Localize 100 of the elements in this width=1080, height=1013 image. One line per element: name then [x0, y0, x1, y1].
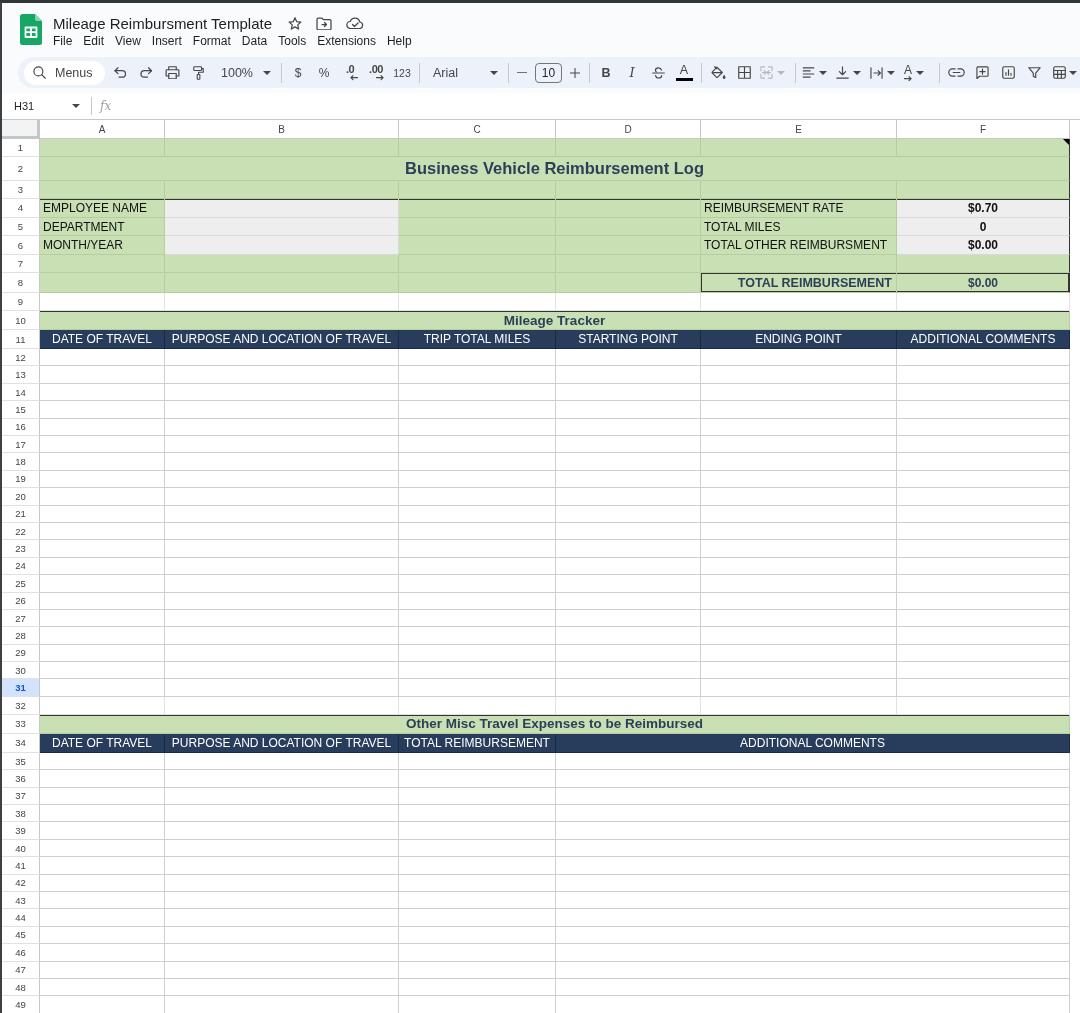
function-label: fx — [100, 99, 112, 113]
column-header[interactable]: F — [897, 120, 1070, 139]
summary-label: REIMBURSEMENT RATE — [701, 199, 897, 218]
font-size-field[interactable]: 10 — [535, 62, 562, 83]
star-icon[interactable] — [288, 16, 302, 30]
field-label: EMPLOYEE NAME — [40, 199, 165, 218]
row-header[interactable]: 46 — [2, 944, 40, 962]
section-title: Mileage Tracker — [40, 311, 1070, 331]
row-header[interactable]: 9 — [2, 293, 40, 312]
color-bar-icon — [675, 78, 693, 81]
menu-item[interactable]: Help — [386, 34, 412, 48]
increase-decimals-button[interactable]: .00 — [363, 60, 389, 85]
search-icon — [33, 66, 46, 79]
header-cell: TRIP TOTAL MILES — [399, 330, 556, 350]
row-header[interactable]: 7 — [2, 255, 40, 274]
row-header[interactable]: 13 — [2, 366, 40, 384]
name-box[interactable]: H31 — [2, 95, 90, 117]
menu-item[interactable]: Extensions — [317, 34, 376, 48]
row-header[interactable]: 2 — [2, 157, 40, 181]
column-header[interactable]: E — [701, 120, 897, 139]
paint-roller-icon — [192, 65, 204, 80]
row-header[interactable]: 18 — [2, 453, 40, 471]
text-wrap-icon — [870, 66, 883, 79]
row-header[interactable]: 11 — [2, 330, 40, 350]
row-header[interactable]: 38 — [2, 805, 40, 823]
row-header[interactable]: 41 — [2, 857, 40, 875]
row-header[interactable]: 25 — [2, 575, 40, 593]
row-header[interactable]: 4 — [2, 199, 40, 218]
menu-search-field[interactable]: Menus — [24, 60, 105, 85]
caret-icon — [853, 70, 861, 75]
minus-icon — [517, 71, 527, 74]
caret-icon — [887, 70, 895, 75]
text-color-button[interactable]: A — [671, 60, 697, 85]
font-dropdown[interactable]: Arial — [423, 60, 504, 85]
row-header[interactable]: 12 — [2, 349, 40, 367]
row-header[interactable]: 6 — [2, 236, 40, 256]
folder-arrow-icon[interactable] — [316, 16, 332, 30]
row-header[interactable]: 23 — [2, 540, 40, 558]
column-header[interactable]: B — [165, 120, 399, 139]
number-format-button[interactable]: 123 — [389, 60, 415, 85]
menu-item[interactable]: Format — [192, 34, 231, 48]
percent-format-button[interactable]: % — [311, 60, 337, 85]
column-header[interactable]: A — [40, 120, 165, 139]
row-header[interactable]: 36 — [2, 770, 40, 788]
undo-icon — [113, 67, 127, 78]
menu-item[interactable]: Insert — [151, 34, 182, 48]
document-title[interactable]: Mileage Reimbursment Template — [53, 14, 272, 32]
header-cell: STARTING POINT — [556, 330, 701, 350]
column-header[interactable]: C — [399, 120, 556, 139]
row-header[interactable]: 15 — [2, 401, 40, 419]
menu-item[interactable]: Tools — [278, 34, 307, 48]
input-cell[interactable] — [165, 199, 399, 218]
spreadsheet-logo-icon[interactable] — [20, 14, 42, 45]
row-header[interactable]: 30 — [2, 662, 40, 680]
redo-icon — [139, 67, 153, 78]
header-cell: ENDING POINT — [701, 330, 897, 350]
row-header[interactable]: 43 — [2, 892, 40, 910]
summary-value: $0.00 — [897, 236, 1070, 256]
menu-item[interactable]: Edit — [83, 34, 105, 48]
summary-label: TOTAL OTHER REIMBURSMENT — [701, 236, 897, 256]
row-header[interactable]: 28 — [2, 627, 40, 645]
header-cell: DATE OF TRAVEL — [40, 330, 165, 350]
menu-item[interactable]: File — [53, 34, 73, 48]
row-header[interactable]: 10 — [2, 311, 40, 331]
link-icon — [947, 68, 965, 77]
printer-icon — [164, 65, 180, 80]
field-label: MONTH/YEAR — [40, 236, 165, 256]
comment-add-icon — [975, 66, 989, 79]
header-cell: ADDITIONAL COMMENTS — [897, 330, 1070, 350]
caret-icon — [777, 70, 785, 75]
row-header[interactable]: 39 — [2, 822, 40, 840]
borders-icon — [737, 66, 751, 79]
bold-button[interactable]: B — [593, 60, 619, 85]
menu-item[interactable]: Data — [241, 34, 268, 48]
italic-button[interactable]: I — [619, 60, 645, 85]
input-cell[interactable] — [165, 236, 399, 256]
arrow-right-icon — [904, 75, 912, 82]
paint-bucket-icon — [710, 65, 726, 80]
row-header[interactable]: 31 — [2, 679, 40, 697]
caret-icon — [819, 70, 827, 75]
header-cell: PURPOSE AND LOCATION OF TRAVEL — [165, 330, 399, 350]
caret-icon — [916, 70, 924, 75]
currency-format-button[interactable]: $ — [285, 60, 311, 85]
align-left-icon — [802, 67, 815, 78]
row-header[interactable]: 3 — [2, 181, 40, 199]
zoom-dropdown[interactable]: 100% — [211, 60, 277, 85]
plus-icon — [570, 67, 580, 78]
menu-item[interactable]: View — [115, 34, 141, 48]
row-header[interactable]: 17 — [2, 436, 40, 454]
row-header[interactable]: 44 — [2, 909, 40, 927]
align-bottom-icon — [836, 66, 849, 79]
row-header[interactable]: 8 — [2, 273, 40, 294]
select-all-corner[interactable] — [2, 120, 40, 139]
text-rotation-button[interactable]: A — [901, 60, 935, 85]
column-header[interactable]: D — [556, 120, 701, 139]
row-header[interactable]: 20 — [2, 488, 40, 506]
decrease-decimals-button[interactable]: .0 — [337, 60, 363, 85]
cloud-check-icon[interactable] — [346, 16, 364, 30]
row-header[interactable]: 1 — [2, 139, 40, 157]
caret-icon — [72, 104, 80, 108]
